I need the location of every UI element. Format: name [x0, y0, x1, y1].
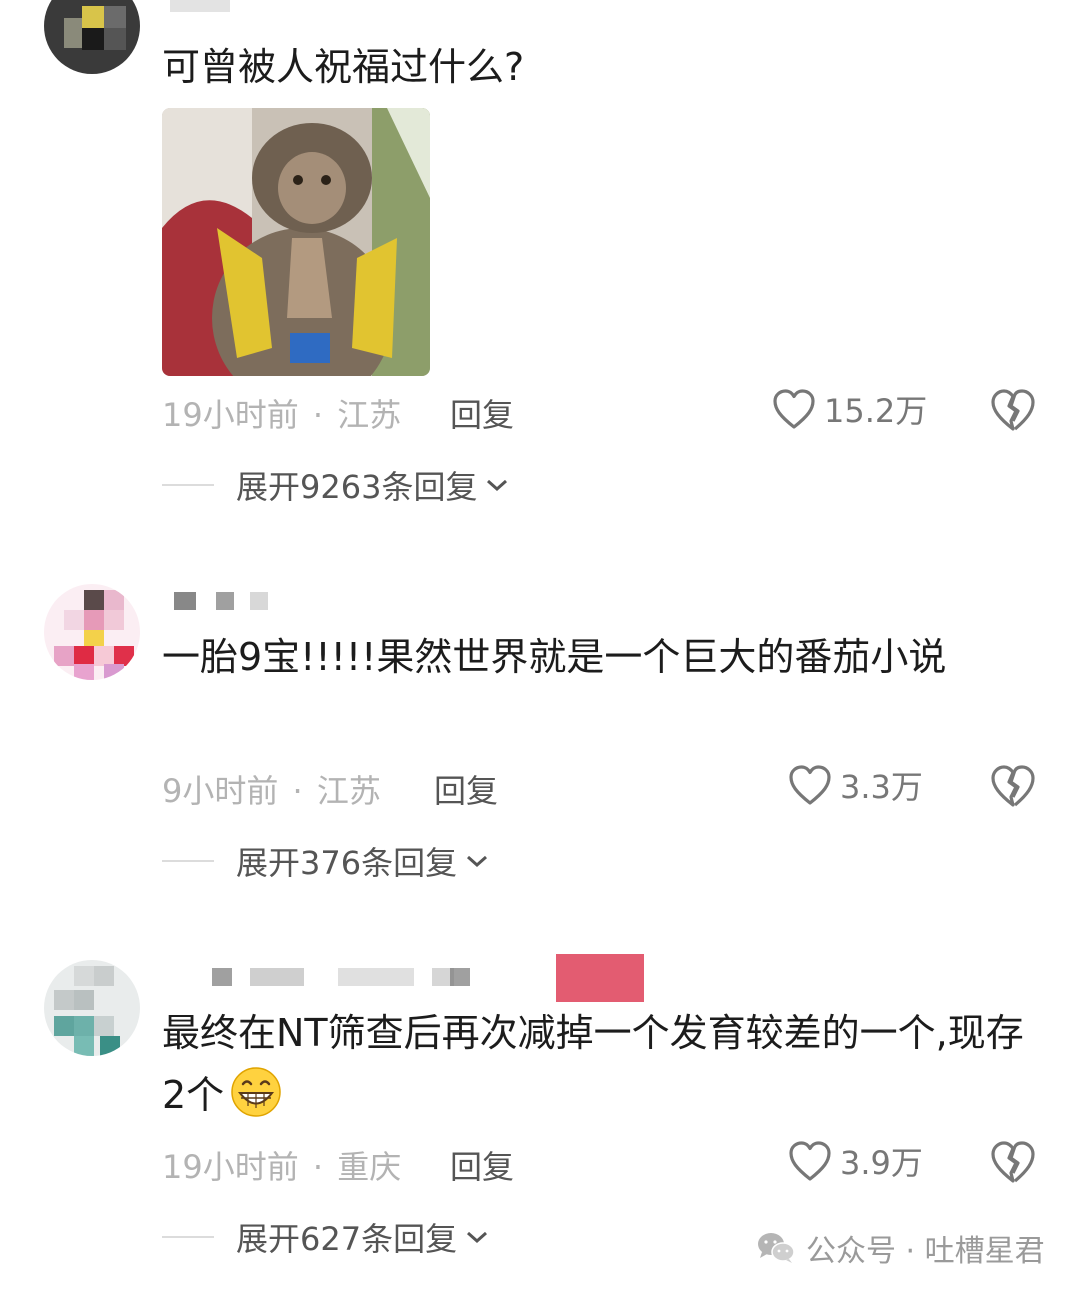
divider-line	[162, 1236, 214, 1238]
reply-button[interactable]: 回复	[450, 390, 514, 436]
comment-meta: 19小时前 · 重庆	[162, 1142, 401, 1188]
timestamp: 19小时前	[162, 1148, 299, 1186]
heart-icon	[789, 765, 831, 805]
heart-icon	[773, 389, 815, 429]
comment-meta: 19小时前 · 江苏	[162, 390, 401, 436]
timestamp: 19小时前	[162, 396, 299, 434]
broken-heart-icon[interactable]	[990, 388, 1036, 432]
chevron-down-icon	[467, 855, 488, 868]
comment-text-content: 最终在NT筛查后再次减掉一个发育较差的一个,现存2个	[162, 1011, 1024, 1117]
like-button[interactable]: 3.9万	[788, 1138, 923, 1184]
watermark-text: 公众号 · 吐槽星君	[806, 1234, 1045, 1269]
chevron-down-icon	[467, 1231, 488, 1244]
location: 江苏	[337, 396, 402, 434]
meta-separator: ·	[312, 1148, 324, 1186]
expand-replies-button[interactable]: 展开376条回复	[162, 838, 489, 884]
watermark: 公众号 · 吐槽星君	[756, 1226, 1045, 1270]
heart-icon	[789, 1141, 831, 1181]
comment-text: 最终在NT筛查后再次减掉一个发育较差的一个,现存2个	[162, 1002, 1042, 1126]
avatar[interactable]	[44, 0, 140, 74]
broken-heart-icon[interactable]	[990, 1140, 1036, 1184]
expand-replies-label: 展开376条回复	[236, 844, 458, 882]
reply-button[interactable]: 回复	[450, 1142, 514, 1188]
expand-replies-button[interactable]: 展开9263条回复	[162, 462, 509, 508]
like-button[interactable]: 3.3万	[788, 762, 923, 808]
like-count: 3.3万	[840, 768, 923, 806]
broken-heart-icon[interactable]	[990, 764, 1036, 808]
reply-button[interactable]: 回复	[434, 766, 498, 812]
praying-monkey-sticker[interactable]	[162, 108, 430, 376]
meta-separator: ·	[292, 772, 303, 810]
chevron-down-icon	[487, 479, 508, 492]
wechat-icon	[758, 1233, 795, 1263]
like-count: 15.2万	[824, 392, 928, 430]
like-button[interactable]: 15.2万	[772, 386, 927, 432]
meta-separator: ·	[312, 396, 324, 434]
comment-text: 可曾被人祝福过什么?	[162, 45, 525, 89]
avatar[interactable]	[44, 960, 140, 1056]
expand-replies-label: 展开9263条回复	[236, 468, 478, 506]
like-count: 3.9万	[840, 1144, 923, 1182]
location: 重庆	[337, 1148, 402, 1186]
grinning-face-emoji	[231, 1067, 281, 1117]
location: 江苏	[316, 772, 381, 810]
comment-meta: 9小时前 · 江苏	[162, 766, 381, 812]
expand-replies-label: 展开627条回复	[236, 1220, 458, 1258]
avatar[interactable]	[44, 584, 140, 680]
timestamp: 9小时前	[162, 772, 279, 810]
divider-line	[162, 860, 214, 862]
comment-text: 一胎9宝!!!!!果然世界就是一个巨大的番茄小说	[162, 635, 947, 679]
expand-replies-button[interactable]: 展开627条回复	[162, 1214, 489, 1260]
divider-line	[162, 484, 214, 486]
